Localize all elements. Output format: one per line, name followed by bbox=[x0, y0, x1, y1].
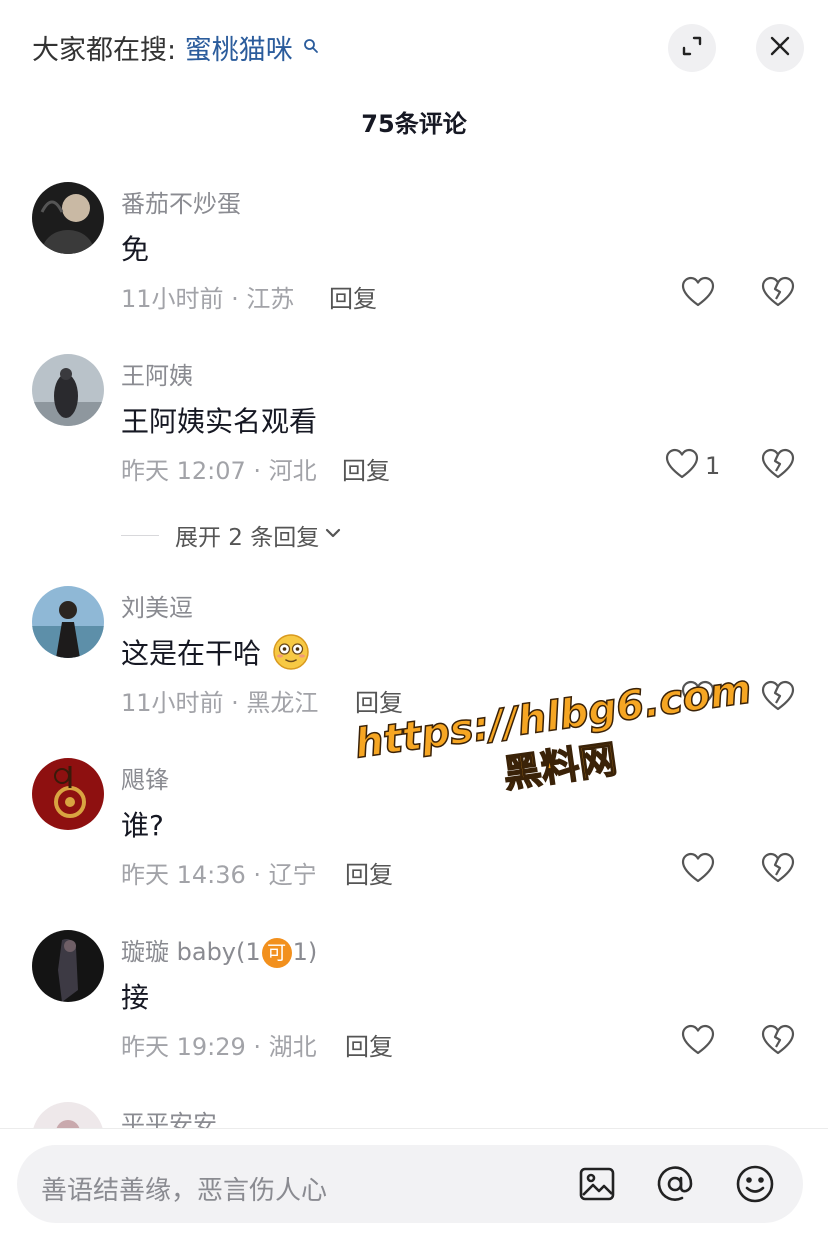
chevron-down-icon bbox=[323, 523, 343, 547]
search-icon bbox=[303, 30, 319, 61]
emoji-icon[interactable] bbox=[735, 1164, 775, 1204]
comment-item: 璇璇 baby(1 可 1) 接 昨天 19:29 · 湖北 回复 bbox=[0, 930, 828, 1102]
like-button[interactable] bbox=[681, 276, 715, 312]
comment-time-location: 昨天 12:07 · 河北 bbox=[121, 457, 317, 485]
avatar[interactable] bbox=[32, 182, 104, 254]
close-icon bbox=[769, 35, 791, 61]
commenter-name[interactable]: 璇璇 baby(1 可 1) bbox=[121, 932, 317, 968]
heart-icon bbox=[665, 448, 699, 484]
avatar[interactable] bbox=[32, 586, 104, 658]
image-icon[interactable] bbox=[577, 1164, 617, 1204]
avatar[interactable] bbox=[32, 1102, 104, 1128]
comment-input-bar: 善语结善缘，恶言伤人心 bbox=[0, 1128, 828, 1254]
commenter-name[interactable]: 番茄不炒蛋 bbox=[121, 184, 241, 219]
comment-text: 免 bbox=[121, 233, 150, 266]
comment-time-location: 昨天 14:36 · 辽宁 bbox=[121, 861, 317, 889]
dazed-emoji-icon bbox=[272, 633, 310, 678]
reply-button[interactable]: 回复 bbox=[345, 1027, 393, 1062]
broken-heart-icon bbox=[761, 276, 795, 312]
broken-heart-icon bbox=[761, 1024, 795, 1060]
commenter-name[interactable]: 刘美逗 bbox=[121, 588, 193, 623]
badge-label: 可 bbox=[267, 942, 287, 964]
search-hint-keyword[interactable]: 蜜桃猫咪 bbox=[185, 35, 293, 66]
reply-button[interactable]: 回复 bbox=[345, 855, 393, 890]
like-button[interactable] bbox=[681, 1024, 715, 1060]
avatar[interactable] bbox=[32, 758, 104, 830]
expand-replies-button[interactable]: 展开 2 条回复 bbox=[121, 518, 343, 552]
comment-item: 番茄不炒蛋 免 11小时前 · 江苏 回复 bbox=[0, 182, 828, 354]
dislike-button[interactable] bbox=[761, 448, 795, 484]
comment-text: 这是在干哈 bbox=[121, 632, 310, 678]
comment-text: 接 bbox=[121, 981, 150, 1014]
divider bbox=[121, 534, 159, 536]
commenter-name[interactable]: 平平安安 bbox=[121, 1104, 217, 1128]
avatar[interactable] bbox=[32, 930, 104, 1002]
comment-count-title: 75条评论 bbox=[361, 110, 467, 138]
dislike-button[interactable] bbox=[761, 852, 795, 888]
comment-text-content: 这是在干哈 bbox=[121, 637, 262, 670]
at-icon[interactable] bbox=[655, 1164, 695, 1204]
comment-item: 平平安安 bbox=[0, 1102, 828, 1128]
reply-button[interactable]: 回复 bbox=[342, 451, 390, 486]
commenter-name-prefix: 璇璇 baby(1 bbox=[121, 938, 261, 966]
comment-time-location: 昨天 19:29 · 湖北 bbox=[121, 1033, 317, 1061]
commenter-name[interactable]: 飓锋 bbox=[121, 760, 169, 795]
avatar[interactable] bbox=[32, 354, 104, 426]
commenter-name[interactable]: 王阿姨 bbox=[121, 356, 193, 391]
comment-text: 谁? bbox=[121, 809, 164, 842]
comment-text: 王阿姨实名观看 bbox=[121, 405, 318, 438]
like-button[interactable] bbox=[681, 852, 715, 888]
expand-replies-label: 展开 2 条回复 bbox=[175, 525, 320, 551]
reply-button[interactable]: 回复 bbox=[329, 279, 377, 314]
dislike-button[interactable] bbox=[761, 276, 795, 312]
broken-heart-icon bbox=[761, 852, 795, 888]
trending-search-hint[interactable]: 大家都在搜: 蜜桃猫咪 bbox=[32, 28, 319, 67]
comment-item: 王阿姨 王阿姨实名观看 昨天 12:07 · 河北 回复 1 bbox=[0, 354, 828, 526]
comment-input-placeholder: 善语结善缘，恶言伤人心 bbox=[41, 1176, 328, 1206]
collapse-button[interactable] bbox=[668, 24, 716, 72]
like-button[interactable]: 1 bbox=[665, 448, 720, 484]
broken-heart-icon bbox=[761, 448, 795, 484]
dislike-button[interactable] bbox=[761, 1024, 795, 1060]
comment-input[interactable]: 善语结善缘，恶言伤人心 bbox=[17, 1145, 803, 1223]
badge-icon: 可 bbox=[261, 938, 292, 968]
top-bar: 大家都在搜: 蜜桃猫咪 bbox=[0, 0, 828, 100]
dislike-button[interactable] bbox=[761, 680, 795, 716]
commenter-name-suffix: 1) bbox=[292, 938, 318, 966]
heart-icon bbox=[681, 276, 715, 312]
collapse-icon bbox=[680, 34, 704, 62]
reply-button[interactable]: 回复 bbox=[355, 683, 403, 718]
heart-icon bbox=[681, 852, 715, 888]
broken-heart-icon bbox=[761, 680, 795, 716]
comment-time-location: 11小时前 · 黑龙江 bbox=[121, 689, 319, 717]
heart-icon bbox=[681, 1024, 715, 1060]
close-button[interactable] bbox=[756, 24, 804, 72]
search-hint-prefix: 大家都在搜: bbox=[32, 35, 177, 66]
like-count: 1 bbox=[705, 452, 721, 480]
comment-time-location: 11小时前 · 江苏 bbox=[121, 285, 295, 313]
